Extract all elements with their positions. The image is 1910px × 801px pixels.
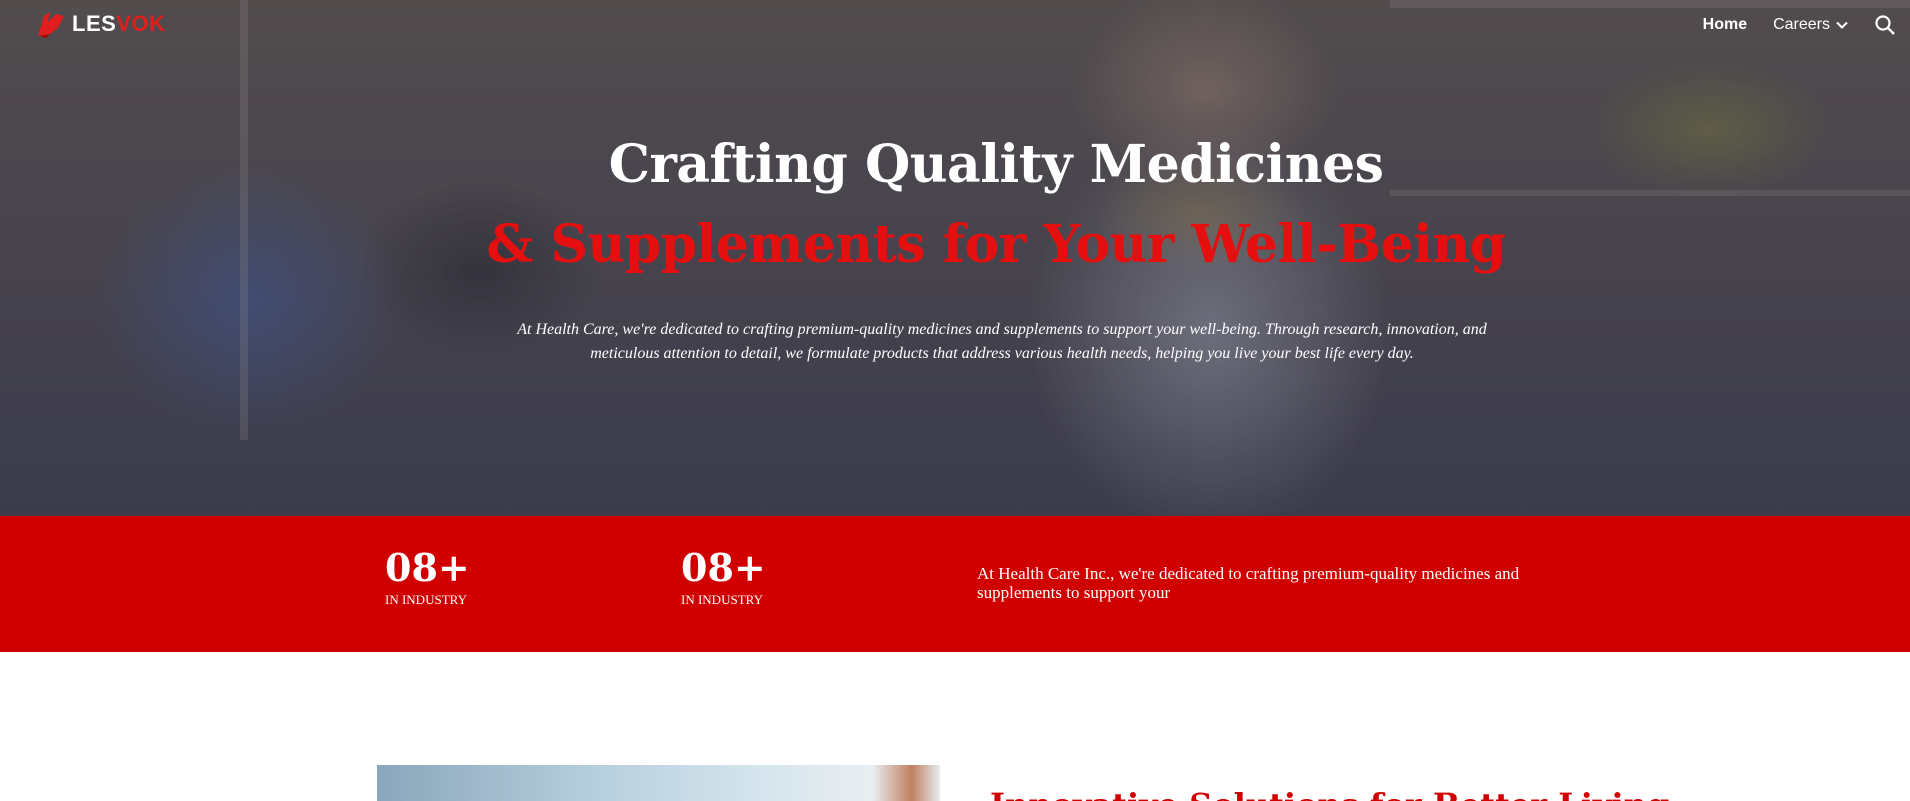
hero-section: Crafting Quality Medicines & Supplements… — [0, 0, 1910, 516]
stat-label: IN INDUSTRY — [385, 592, 467, 607]
nav-links: Home Careers — [1703, 0, 1910, 50]
stats-band: 08+ IN INDUSTRY 08+ IN INDUSTRY At Healt… — [0, 516, 1910, 652]
stat-number: 08+ — [681, 545, 766, 590]
logo-text: LESVOK — [72, 11, 166, 36]
search-icon[interactable] — [1874, 14, 1896, 36]
nav-link-careers[interactable]: Careers — [1773, 16, 1848, 34]
hero-title-line1: Crafting Quality Medicines — [608, 134, 1384, 195]
chevron-down-icon — [1836, 21, 1848, 29]
stat-item: 08+ IN INDUSTRY — [385, 546, 470, 608]
stat-item: 08+ IN INDUSTRY — [681, 546, 766, 608]
section-heading: Innovative Solutions for Better Living — [990, 786, 1669, 801]
hero-description: At Health Care, we're dedicated to craft… — [517, 321, 1487, 362]
stat-label: IN INDUSTRY — [681, 592, 763, 607]
stats-description: At Health Care Inc., we're dedicated to … — [977, 564, 1520, 602]
section-image — [377, 765, 940, 801]
top-navigation: LESVOK Home Careers — [0, 0, 1910, 50]
logo-mark-icon — [38, 12, 64, 38]
hero-title-line2: & Supplements for Your Well-Being — [486, 214, 1506, 275]
nav-link-home[interactable]: Home — [1703, 16, 1747, 34]
stat-number: 08+ — [385, 545, 470, 590]
logo[interactable]: LESVOK — [36, 8, 165, 40]
